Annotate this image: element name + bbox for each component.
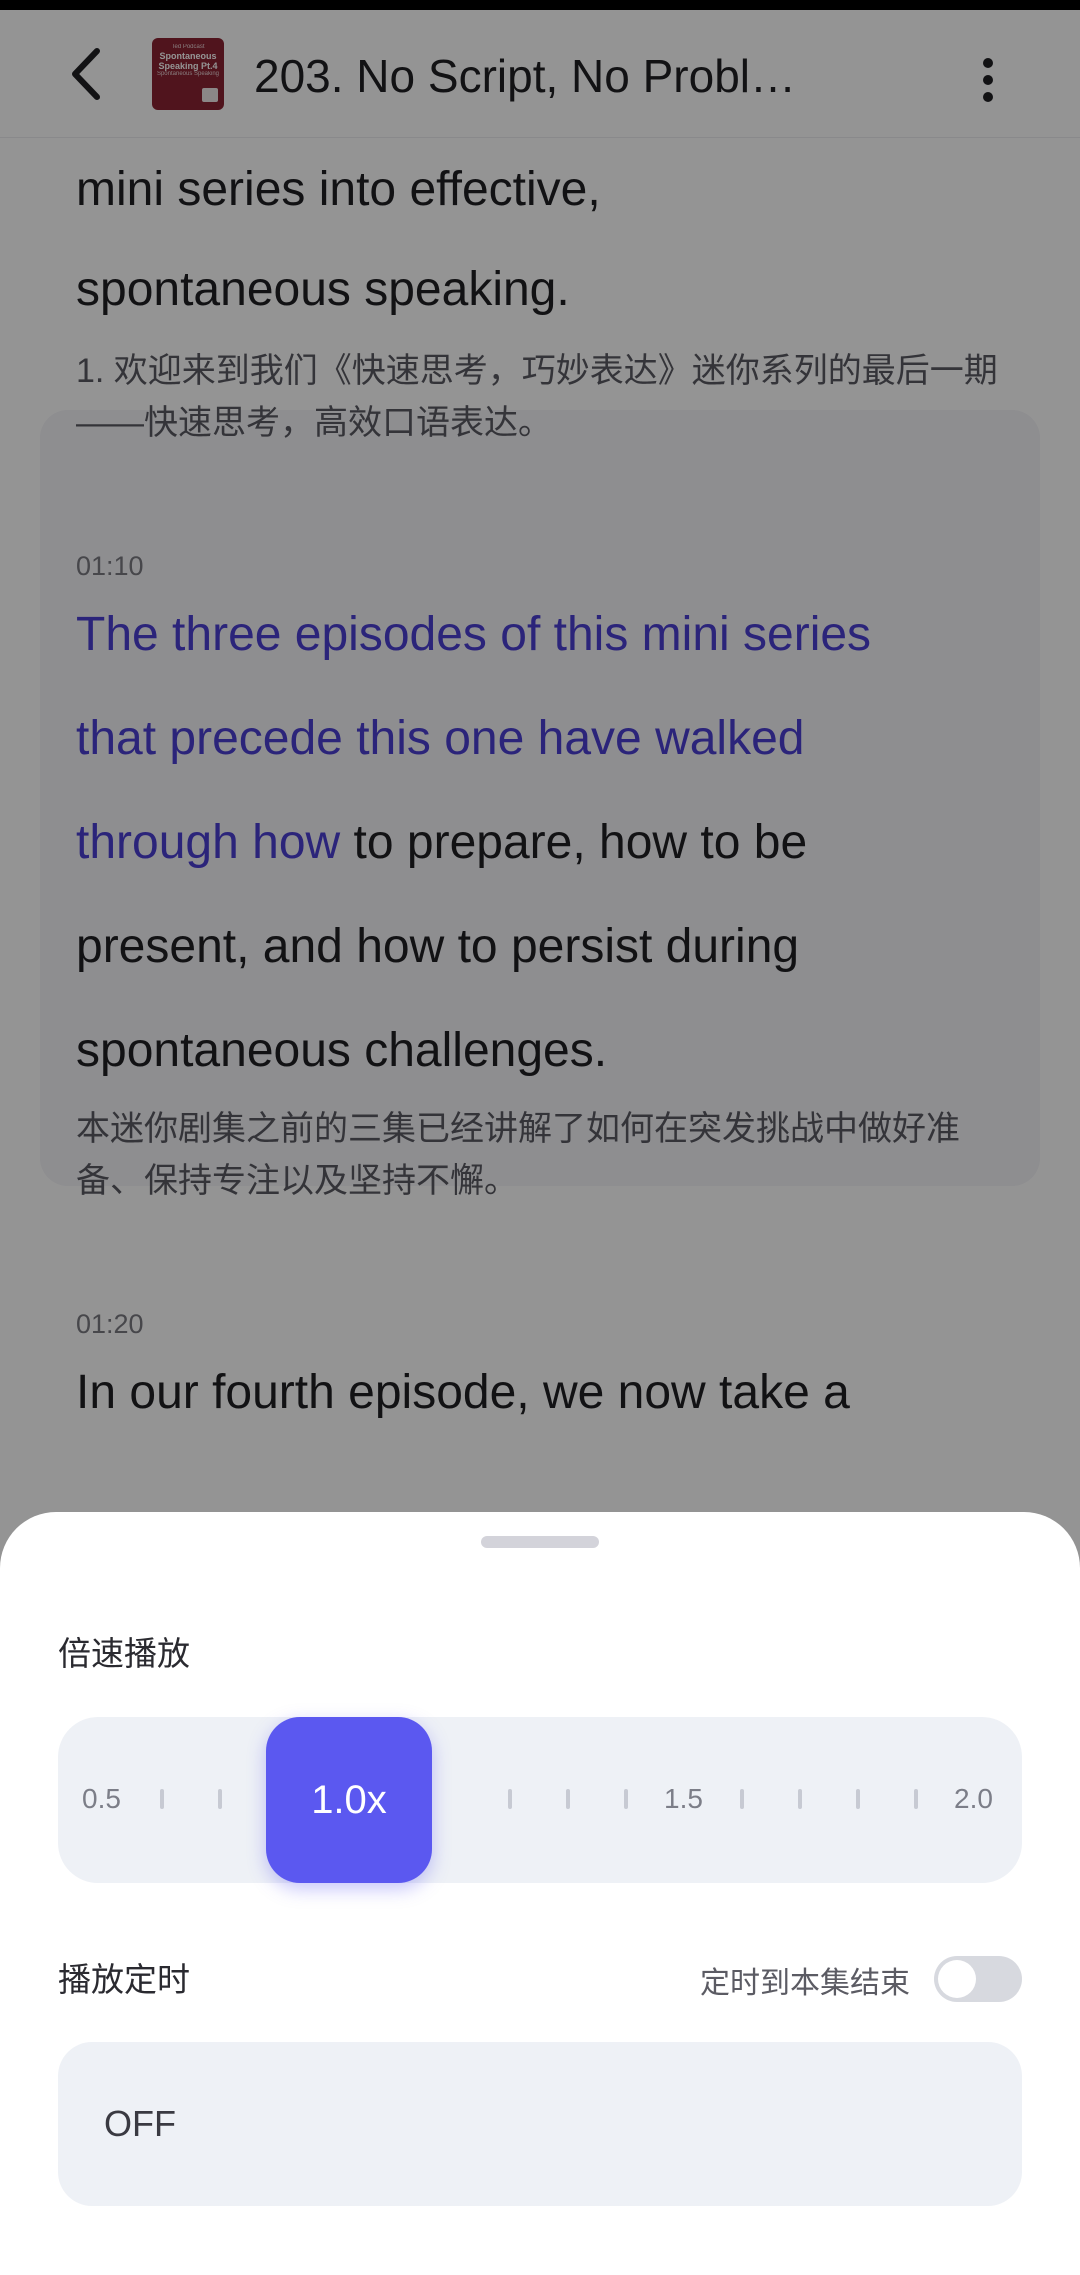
toggle-thumb: [938, 1960, 976, 1998]
speed-min-label: 0.5: [82, 1783, 121, 1814]
speed-tick: [160, 1789, 164, 1809]
speed-tick: [508, 1789, 512, 1809]
timer-value: OFF: [104, 2103, 176, 2144]
speed-tick: [798, 1789, 802, 1809]
status-bar: [0, 0, 1080, 10]
timer-select[interactable]: OFF: [58, 2042, 1022, 2206]
sheet-drag-handle[interactable]: [481, 1536, 599, 1548]
speed-tick: [914, 1789, 918, 1809]
speed-tick: [566, 1789, 570, 1809]
speed-slider-knob[interactable]: 1.0x: [266, 1717, 432, 1883]
speed-tick: [218, 1789, 222, 1809]
speed-section-label: 倍速播放: [58, 1635, 190, 1672]
speed-slider-track[interactable]: 0.5 1.5 2.0: [58, 1717, 1022, 1883]
speed-tick: [740, 1789, 744, 1809]
speed-tick: [856, 1789, 860, 1809]
speed-tick: [624, 1789, 628, 1809]
end-of-episode-label: 定时到本集结束: [700, 1967, 910, 2000]
timer-section-label: 播放定时: [58, 1961, 190, 1998]
speed-mid-label: 1.5: [664, 1783, 703, 1814]
speed-max-label: 2.0: [954, 1783, 993, 1814]
playback-settings-sheet: 倍速播放 0.5 1.5 2.0 1.0x 播放定时 定时到本集结束 OFF: [0, 1512, 1080, 2275]
end-of-episode-toggle[interactable]: [934, 1956, 1022, 2002]
